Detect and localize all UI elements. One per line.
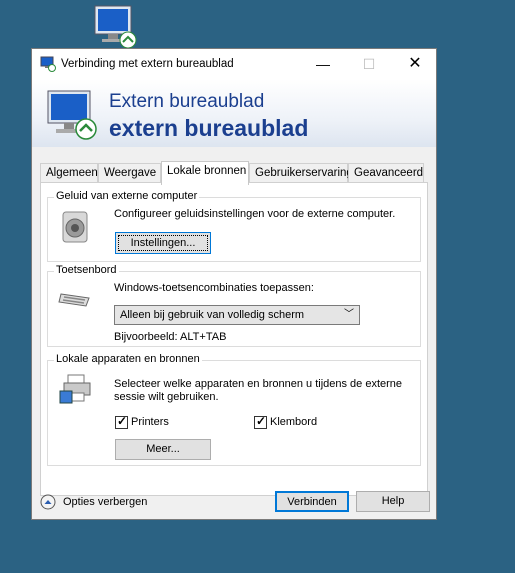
keyboard-selected-value: Alleen bij gebruik van volledig scherm bbox=[120, 309, 305, 321]
window-title: Verbinding met extern bureaublad bbox=[61, 58, 234, 70]
keyboard-group: Toetsenbord Windows-toetsencombinaties t… bbox=[47, 264, 421, 347]
title-bar[interactable]: Verbinding met extern bureaublad — ☐ ✕ bbox=[32, 49, 436, 79]
remote-desktop-logo-icon bbox=[47, 90, 97, 140]
keyboard-group-title: Toetsenbord bbox=[54, 264, 119, 276]
devices-group: Lokale apparaten en bronnen Selecteer we… bbox=[47, 353, 421, 466]
sound-settings-button[interactable]: Instellingen... bbox=[115, 232, 211, 254]
devices-description-line1: Selecteer welke apparaten en bronnen u t… bbox=[114, 378, 403, 390]
tab-geavanceerd[interactable]: Geavanceerd bbox=[348, 163, 424, 183]
printers-checkbox[interactable] bbox=[115, 414, 128, 429]
devices-group-title: Lokale apparaten en bronnen bbox=[54, 353, 202, 365]
chevron-up-circle-icon[interactable] bbox=[40, 494, 56, 510]
clipboard-checkbox[interactable] bbox=[254, 414, 267, 429]
tab-lokale-bronnen[interactable]: Lokale bronnen bbox=[161, 161, 249, 185]
remote-desktop-app-icon bbox=[40, 56, 56, 72]
keyboard-combinations-select[interactable]: Alleen bij gebruik van volledig scherm ﹀ bbox=[114, 305, 360, 325]
keyboard-example: Bijvoorbeeld: ALT+TAB bbox=[114, 331, 227, 343]
remote-desktop-connection-window: Verbinding met extern bureaublad — ☐ ✕ E… bbox=[31, 48, 437, 520]
connect-button[interactable]: Verbinden bbox=[275, 491, 349, 512]
options-toggle-link[interactable]: Opties verbergen bbox=[63, 496, 147, 508]
sound-group: Geluid van externe computer Configureer … bbox=[47, 190, 421, 262]
banner-title: Extern bureaublad bbox=[109, 91, 265, 112]
chevron-down-icon: ﹀ bbox=[344, 309, 354, 320]
tab-algemeen[interactable]: Algemeen bbox=[40, 163, 98, 183]
tab-gebruikerservaring[interactable]: Gebruikerservaring bbox=[249, 163, 353, 183]
maximize-button[interactable]: ☐ bbox=[346, 49, 392, 79]
tab-panel: Geluid van externe computer Configureer … bbox=[40, 182, 428, 496]
banner-subtitle: extern bureaublad bbox=[109, 115, 309, 141]
keyboard-label: Windows-toetsencombinaties toepassen: bbox=[114, 282, 314, 294]
help-button[interactable]: Help bbox=[356, 491, 430, 512]
more-button[interactable]: Meer... bbox=[115, 439, 211, 460]
devices-description-line2: sessie wilt gebruiken. bbox=[114, 391, 219, 403]
clipboard-label: Klembord bbox=[270, 416, 318, 428]
sound-settings-label: Instellingen... bbox=[118, 235, 208, 251]
sound-group-title: Geluid van externe computer bbox=[54, 190, 200, 202]
close-button[interactable]: ✕ bbox=[392, 49, 438, 79]
printers-label: Printers bbox=[131, 416, 169, 428]
minimize-button[interactable]: — bbox=[300, 49, 346, 79]
sound-description: Configureer geluidsinstellingen voor de … bbox=[114, 208, 396, 220]
remote-desktop-desktop-icon[interactable] bbox=[92, 4, 138, 50]
keyboard-icon bbox=[58, 293, 90, 307]
printer-device-icon bbox=[59, 374, 91, 404]
tab-weergave[interactable]: Weergave bbox=[98, 163, 161, 183]
speaker-icon bbox=[62, 211, 88, 243]
banner: Extern bureaublad extern bureaublad bbox=[32, 79, 436, 147]
